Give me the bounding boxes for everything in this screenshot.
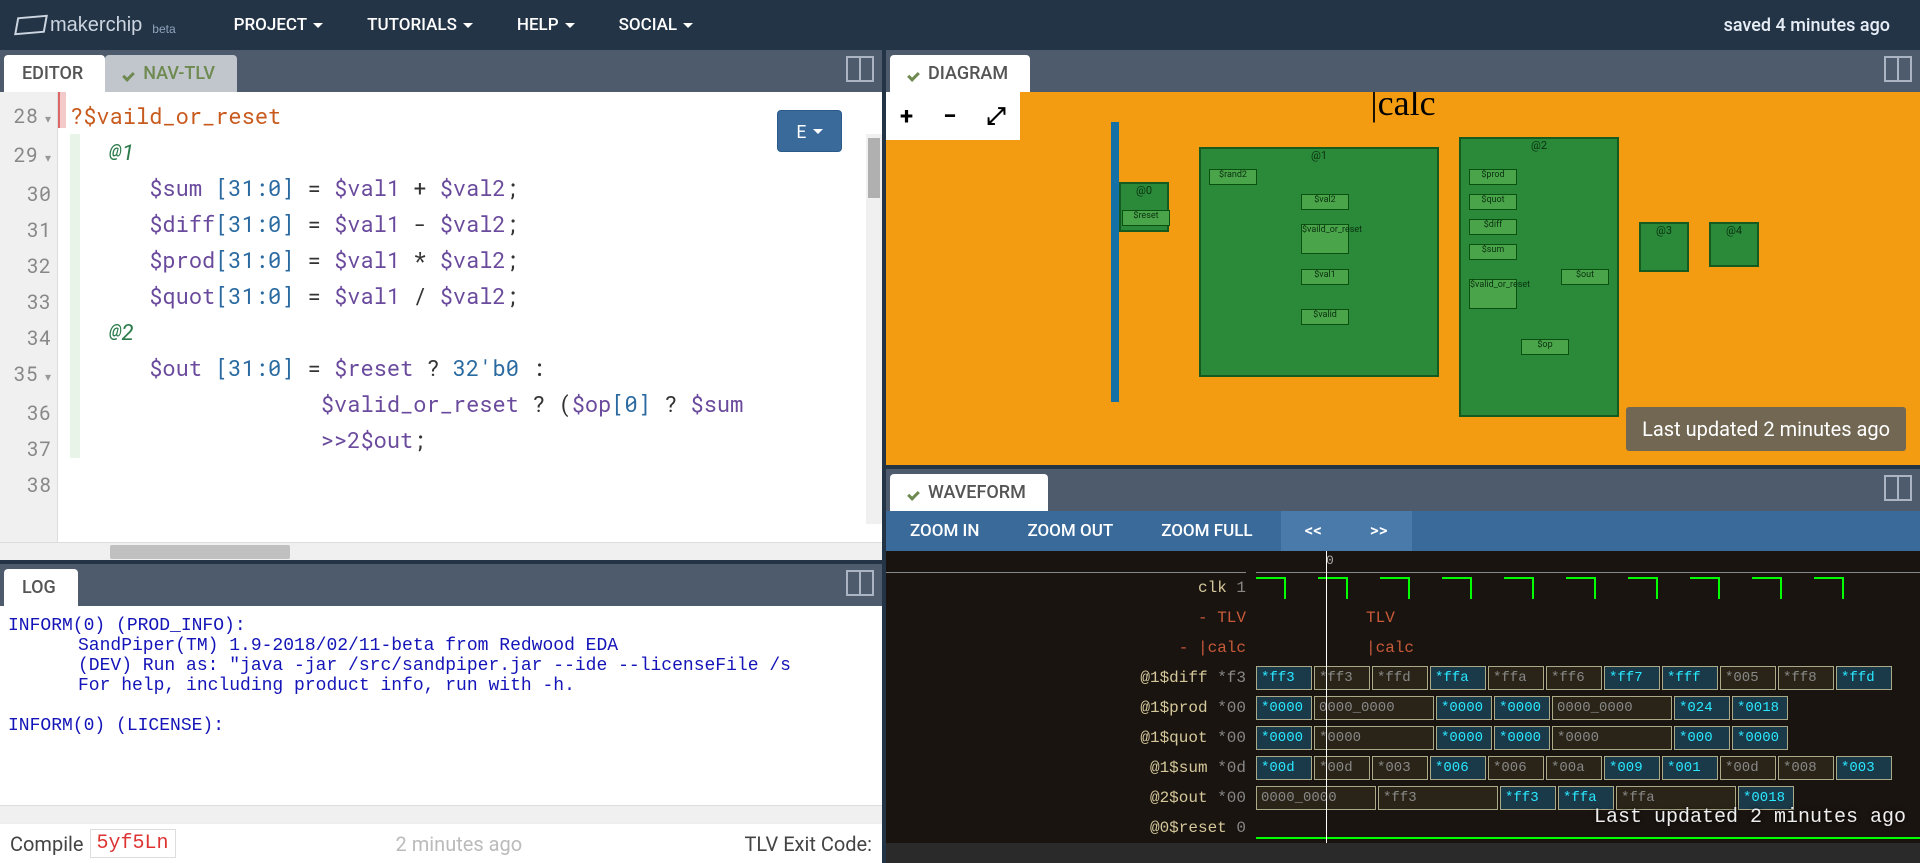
- caret-icon: [813, 129, 823, 134]
- waveform-pane: WAVEFORM ZOOM IN ZOOM OUT ZOOM FULL << >…: [886, 469, 1920, 863]
- stage-0[interactable]: @0$reset: [1119, 182, 1169, 232]
- diagram-status: Last updated 2 minutes ago: [1626, 407, 1906, 451]
- waveform-tabbar: WAVEFORM: [886, 469, 1920, 511]
- logo-icon: [14, 15, 48, 36]
- e-button[interactable]: E: [777, 110, 842, 152]
- menu-tutorials[interactable]: TUTORIALS: [345, 1, 495, 49]
- signal-values[interactable]: 0 TLV|calc*ff3*ff3*ffd*ffa*ffa*ff6*ff7*f…: [1256, 551, 1920, 843]
- caret-icon: [313, 23, 323, 28]
- nav-prev-button[interactable]: <<: [1281, 511, 1346, 551]
- check-icon: [908, 67, 922, 81]
- caret-icon: [683, 23, 693, 28]
- zoom-in-button[interactable]: ZOOM IN: [886, 511, 1003, 551]
- waveform-status: Last updated 2 minutes ago: [1594, 806, 1906, 829]
- menu-social[interactable]: SOCIAL: [597, 1, 716, 49]
- tab-navtlv[interactable]: NAV-TLV: [105, 55, 237, 92]
- save-status: saved 4 minutes ago: [1724, 15, 1910, 36]
- split-icon[interactable]: [1884, 475, 1912, 501]
- zoom-in-icon[interactable]: +: [900, 102, 913, 130]
- stage-2[interactable]: @2 $prod $quot $diff $sum $valid_or_rese…: [1459, 137, 1619, 417]
- stage-4[interactable]: @4: [1709, 222, 1759, 267]
- waveform-hscroll[interactable]: [886, 843, 1920, 863]
- split-icon[interactable]: [1884, 56, 1912, 82]
- log-output[interactable]: INFORM(0) (PROD_INFO): SandPiper(TM) 1.9…: [0, 606, 882, 805]
- change-margin: [58, 92, 66, 542]
- logo-text: makerchip: [50, 14, 142, 37]
- exit-code-label: TLV Exit Code:: [745, 832, 873, 856]
- tab-waveform[interactable]: WAVEFORM: [890, 474, 1048, 511]
- log-hscroll[interactable]: [0, 805, 882, 823]
- header: makerchip beta PROJECT TUTORIALS HELP SO…: [0, 0, 1920, 50]
- menu-bar: PROJECT TUTORIALS HELP SOCIAL: [212, 1, 716, 49]
- diagram-pane: DIAGRAM + − ⤢ |calc @0$reset @1 $rand2 $…: [886, 50, 1920, 465]
- nav-next-button[interactable]: >>: [1346, 511, 1412, 551]
- line-gutter: 2829303132333435363738: [0, 92, 58, 542]
- diagram-toolbar: + − ⤢: [886, 92, 1020, 140]
- log-pane: LOG INFORM(0) (PROD_INFO): SandPiper(TM)…: [0, 564, 882, 863]
- stage-1[interactable]: @1 $rand2 $val2 $vaild_or_reset $val1 $v…: [1199, 147, 1439, 377]
- editor-pane: EDITOR NAV-TLV 2829303132333435363738 ?$…: [0, 50, 882, 560]
- caret-icon: [463, 23, 473, 28]
- zoom-out-icon[interactable]: −: [943, 102, 956, 130]
- tab-editor[interactable]: EDITOR: [4, 55, 105, 92]
- menu-project[interactable]: PROJECT: [212, 1, 346, 49]
- editor-tabbar: EDITOR NAV-TLV: [0, 50, 882, 92]
- logo[interactable]: makerchip beta: [10, 14, 182, 37]
- diagram-tabbar: DIAGRAM: [886, 50, 1920, 92]
- code-editor[interactable]: 2829303132333435363738 ?$vaild_or_reset …: [0, 92, 882, 542]
- zoom-full-button[interactable]: ZOOM FULL: [1137, 511, 1276, 551]
- split-icon[interactable]: [846, 570, 874, 596]
- caret-icon: [565, 23, 575, 28]
- code-area[interactable]: ?$vaild_or_reset @1 $sum [31:0] = $val1 …: [66, 92, 882, 542]
- zoom-out-button[interactable]: ZOOM OUT: [1003, 511, 1137, 551]
- editor-hscroll[interactable]: [0, 542, 882, 560]
- time-marker[interactable]: [1326, 551, 1327, 843]
- editor-vscroll[interactable]: [866, 134, 882, 524]
- compile-label: Compile: [10, 832, 84, 856]
- compile-code[interactable]: 5yf5Ln: [90, 829, 176, 858]
- diagram-title: |calc: [1370, 92, 1435, 124]
- tab-diagram[interactable]: DIAGRAM: [890, 55, 1030, 92]
- check-icon: [908, 486, 922, 500]
- check-icon: [123, 67, 137, 81]
- split-icon[interactable]: [846, 56, 874, 82]
- compile-ago: 2 minutes ago: [396, 832, 523, 856]
- signal-names: clk 1- TLV- |calc@1$diff *f3@1$prod *00@…: [886, 551, 1256, 843]
- waveform-canvas[interactable]: clk 1- TLV- |calc@1$diff *f3@1$prod *00@…: [886, 551, 1920, 843]
- pipeline: @0$reset @1 $rand2 $val2 $vaild_or_reset…: [1111, 122, 1920, 402]
- menu-help[interactable]: HELP: [495, 1, 597, 49]
- beta-label: beta: [152, 22, 175, 36]
- diagram-canvas[interactable]: + − ⤢ |calc @0$reset @1 $rand2 $val2 $va…: [886, 92, 1920, 465]
- fullscreen-icon[interactable]: ⤢: [986, 102, 1005, 130]
- log-tabbar: LOG: [0, 564, 882, 606]
- log-footer: Compile 5yf5Ln 2 minutes ago TLV Exit Co…: [0, 823, 882, 863]
- waveform-toolbar: ZOOM IN ZOOM OUT ZOOM FULL << >>: [886, 511, 1920, 551]
- stage-3[interactable]: @3: [1639, 222, 1689, 272]
- tab-log[interactable]: LOG: [4, 569, 78, 606]
